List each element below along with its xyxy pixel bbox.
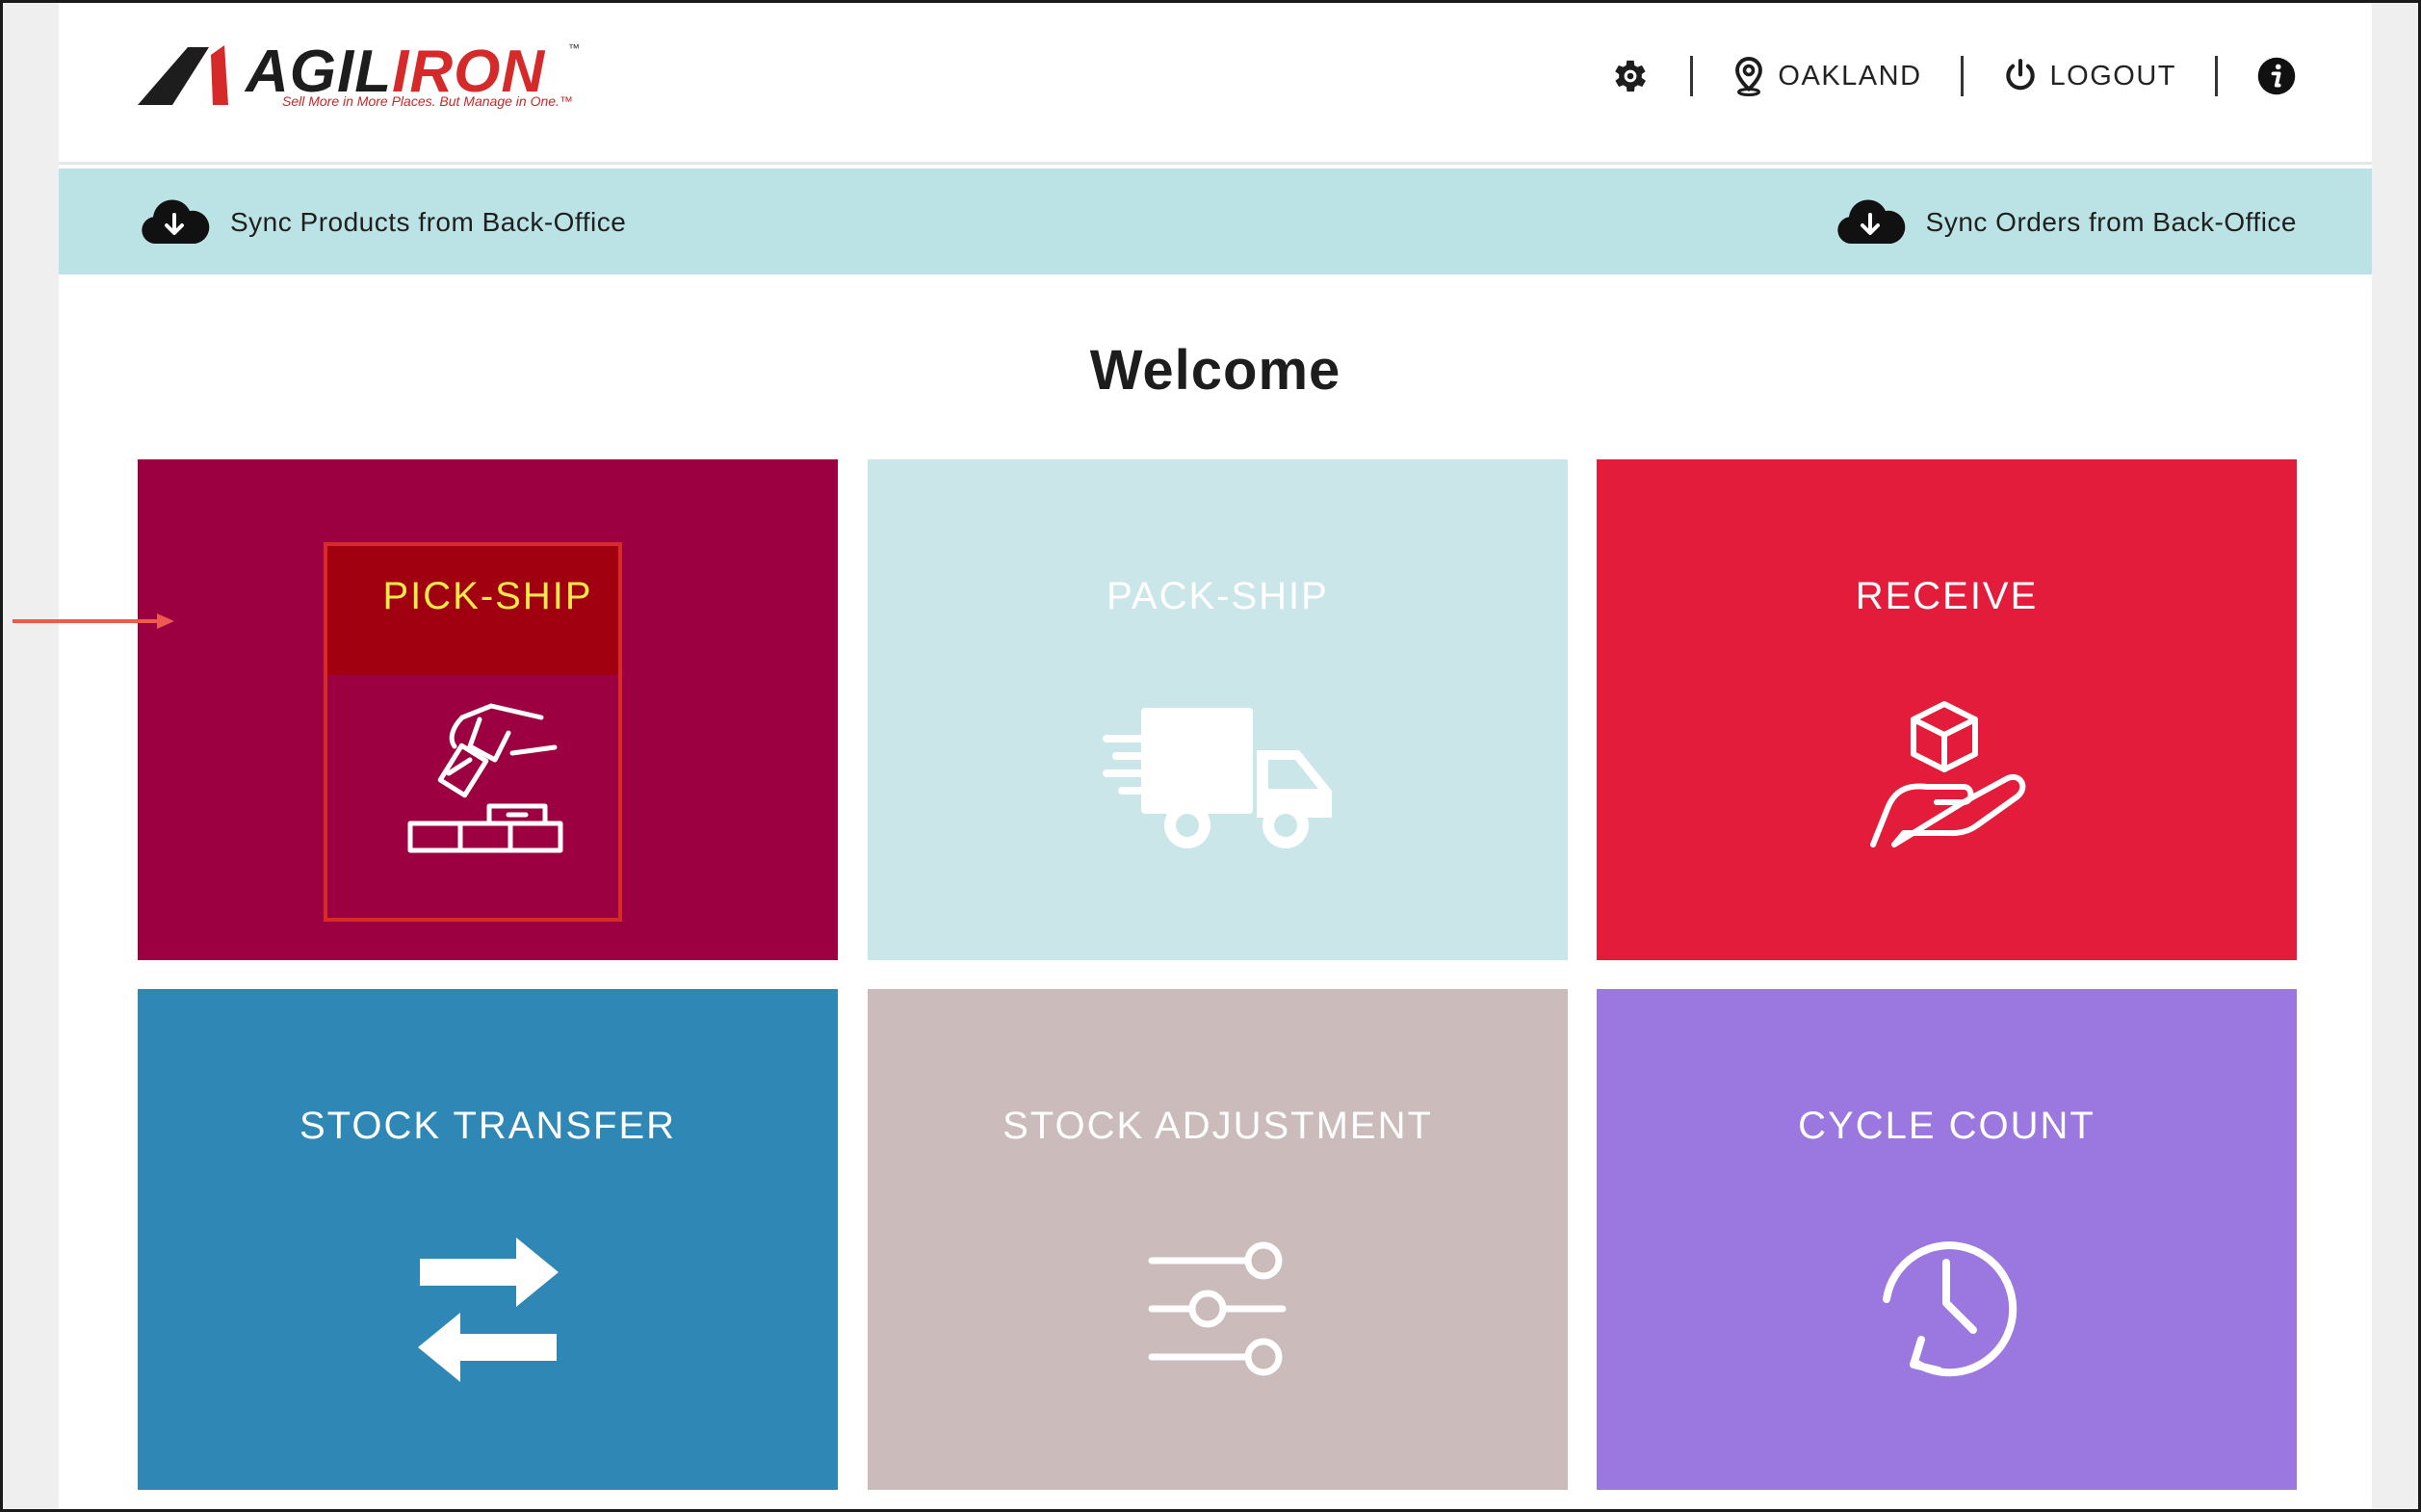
tile-stock-transfer[interactable]: STOCK TRANSFER: [138, 989, 838, 1490]
clock-history-icon: [1882, 1241, 2017, 1377]
settings-button[interactable]: [1609, 55, 1652, 97]
cloud-download-icon: [1836, 199, 1905, 244]
logo-mark-icon: [138, 45, 228, 105]
tile-label: STOCK TRANSFER: [299, 1105, 677, 1147]
delivery-truck-icon: [1102, 708, 1332, 848]
tile-label: RECEIVE: [1855, 575, 2039, 617]
tile-pick-ship[interactable]: PICK-SHIP: [138, 459, 838, 960]
logout-label: LOGOUT: [2049, 60, 2176, 91]
nav-divider: [1960, 56, 1964, 96]
annotation-arrow-icon: [13, 613, 174, 629]
location-pin-icon: [1735, 57, 1763, 96]
brand-logo[interactable]: AGILIRON ™ Sell More in More Places. But…: [138, 39, 581, 117]
cloud-download-icon: [142, 199, 210, 244]
box-hand-icon: [1869, 701, 2025, 847]
brand-tagline: Sell More in More Places. But Manage in …: [282, 93, 573, 109]
tile-label: PICK-SHIP: [382, 575, 593, 617]
tile-cycle-count[interactable]: CYCLE COUNT: [1597, 989, 2297, 1490]
sync-products-label: Sync Products from Back-Office: [230, 207, 627, 237]
tile-pack-ship[interactable]: PACK-SHIP: [868, 459, 1568, 960]
nav-divider: [1690, 56, 1694, 96]
sliders-icon: [1148, 1241, 1286, 1376]
gear-icon: [1615, 60, 1647, 92]
header-nav: OAKLAND LOGOUT: [1609, 47, 2297, 105]
window-frame: AGILIRON ™ Sell More in More Places. But…: [0, 0, 2421, 1512]
tile-label: CYCLE COUNT: [1798, 1105, 2096, 1147]
location-label: OAKLAND: [1778, 60, 1922, 91]
tile-receive[interactable]: RECEIVE: [1597, 459, 2297, 960]
sync-bar: Sync Products from Back-Office Sync Orde…: [59, 169, 2372, 274]
pick-hand-icon: [407, 703, 562, 853]
nav-divider: [2215, 56, 2218, 96]
tile-stock-adjustment[interactable]: STOCK ADJUSTMENT: [868, 989, 1568, 1490]
sync-orders-label: Sync Orders from Back-Office: [1925, 207, 2297, 237]
welcome-heading: Welcome: [1089, 339, 1341, 402]
app-container: AGILIRON ™ Sell More in More Places. But…: [59, 3, 2372, 1509]
transfer-arrows-icon: [417, 1238, 559, 1382]
sync-products-button[interactable]: Sync Products from Back-Office: [138, 196, 626, 249]
sync-orders-button[interactable]: Sync Orders from Back-Office: [1834, 196, 2297, 249]
tile-label: PACK-SHIP: [1106, 575, 1329, 617]
info-icon: [2257, 57, 2296, 95]
location-selector[interactable]: OAKLAND: [1731, 56, 1921, 96]
logout-button[interactable]: LOGOUT: [2002, 58, 2176, 94]
header: AGILIRON ™ Sell More in More Places. But…: [59, 3, 2372, 165]
tile-label: STOCK ADJUSTMENT: [1002, 1105, 1433, 1147]
info-button[interactable]: [2256, 56, 2297, 96]
brand-trademark: ™: [568, 41, 580, 55]
power-icon: [2005, 59, 2035, 91]
